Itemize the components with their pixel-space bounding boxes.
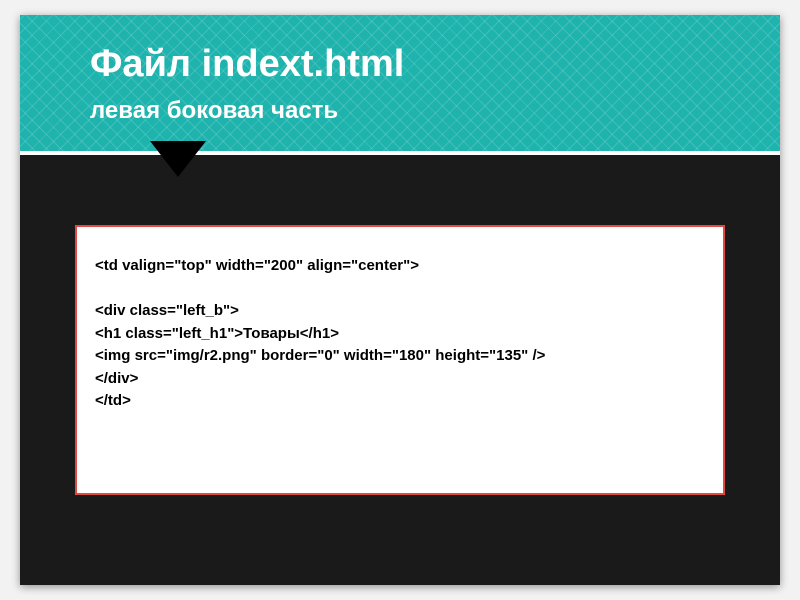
code-line: <div class="left_b"> [95,302,239,319]
code-content: <td valign="top" width="200" align="cent… [95,255,705,413]
slide-title: Файл indext.html [90,43,404,86]
callout-arrow-icon [150,141,206,177]
code-line: <h1 class="left_h1">Товары</h1> [95,325,339,342]
code-line: <td valign="top" width="200" align="cent… [95,257,419,274]
slide-subtitle: левая боковая часть [90,97,338,125]
slide-header: Файл indext.html левая боковая часть [20,15,780,155]
presentation-slide: Файл indext.html левая боковая часть <td… [20,15,780,585]
slide-stage: Файл indext.html левая боковая часть <td… [0,0,800,600]
code-snippet-box: <td valign="top" width="200" align="cent… [75,225,725,495]
code-line: </td> [95,392,131,409]
code-line: <img src="img/r2.png" border="0" width="… [95,347,545,364]
code-line: </div> [95,370,138,387]
